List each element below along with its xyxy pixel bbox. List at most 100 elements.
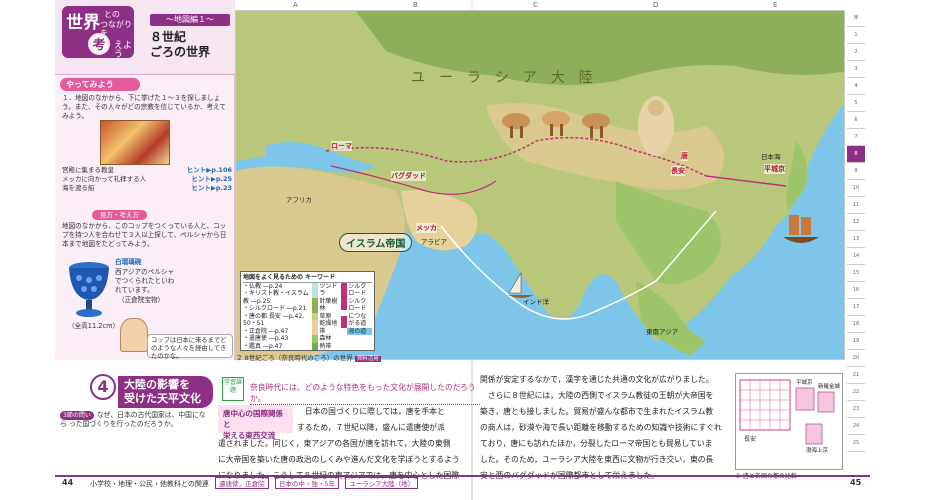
list-item: 海を渡る船 ヒント▶p.23: [62, 184, 232, 192]
buddha-statue-illustration: [638, 96, 674, 156]
footer-subject: 小学校・地理・公民・他教科との関連 遣唐使，正倉院 日本の中・独・5年 ユーラシ…: [90, 477, 419, 489]
perspective-label: 見方・考え方: [92, 210, 147, 220]
section-question: 3節の問い なぜ、日本の古代国家は、中国になら った国づくりを行ったのだろうか。: [60, 411, 206, 428]
subsection-title: 唐中心の国際関係と 栄える東西交流: [218, 405, 293, 440]
legend-keyword: ・シルクロード ―p.21: [243, 305, 307, 312]
city-heijo: 平城京: [764, 164, 785, 174]
index-tab[interactable]: 6: [847, 112, 865, 129]
legend-keyword: ・キリスト教・イスラム教 ―p.25: [243, 290, 309, 305]
eurasia-label: ユーラシア大陸: [411, 70, 607, 86]
body-left-top: 日本の国づくりに際しては，唐を手本と するため，７世紀以降，盛んに遣唐使が派: [297, 407, 445, 432]
index-tab[interactable]: 14: [847, 248, 865, 265]
kangae-mark: 考: [88, 33, 110, 55]
plan-label-balhae: 渤海上京: [806, 448, 829, 454]
index-tab[interactable]: 18: [847, 316, 865, 333]
index-tab[interactable]: 5: [847, 95, 865, 112]
city-changan: 長安: [671, 166, 685, 176]
arabia-label: アラビア: [421, 238, 447, 246]
legend-routes: シルクロード シルクロードにつながる道 海の道: [341, 282, 372, 351]
page-title: ８世紀 ごろの世界: [150, 30, 235, 60]
index-tab[interactable]: 序: [847, 10, 865, 27]
learning-task-question: 奈良時代には、どのような特色をもった文化が展開したのだろうか。: [250, 382, 480, 405]
index-tab[interactable]: 15: [847, 265, 865, 282]
index-tab[interactable]: 8: [847, 146, 865, 163]
index-tab[interactable]: 7: [847, 129, 865, 146]
col-label: A: [293, 1, 298, 9]
dhow-ship-illustration: [508, 271, 534, 298]
index-tab[interactable]: 3: [847, 61, 865, 78]
pope-palace-illustration: [100, 120, 170, 165]
speech-bubble: コップは日本に来るまでどのような人々を経由してきたのかな。: [147, 334, 233, 360]
step1-list: 宮殿に集まる教皇 ヒント▶p.106 メッカに向かって礼拝する人 ヒント▶p.25 …: [62, 166, 232, 193]
header-ribbon: 〜地図編１〜: [150, 14, 230, 26]
legend-keyword: ・仏教 ―p.24: [243, 282, 283, 290]
try-label: やってみよう: [60, 78, 140, 91]
index-tab[interactable]: 20: [847, 350, 865, 367]
step1-text: １．地図のなかから、下に挙げた１〜３を探しましょう。また、その人々がどの宗教を信…: [62, 94, 226, 120]
list-item: 宮殿に集まる教皇 ヒント▶p.106: [62, 166, 232, 174]
legend-keywords: ・仏教 ―p.24 ・キリスト教・イスラム教 ―p.25 ・シルクロード ―p.…: [243, 283, 312, 351]
step2-text: 地図のなかから、このコップをつくっている人と、コップを持つ人を合わせて３人以上探…: [62, 222, 227, 248]
section-tag-small-1: との: [104, 10, 120, 19]
col-label: B: [413, 1, 418, 9]
section-tag-small-3: えよう: [114, 41, 133, 60]
city-rome: ローマ: [331, 141, 352, 151]
lesson-number: 4: [90, 374, 116, 400]
junk-ship-illustration: [783, 215, 819, 243]
plan-label-changan: 長安: [744, 436, 757, 443]
goblet-size: （全高11.2cm）: [68, 322, 120, 330]
index-tab[interactable]: 22: [847, 384, 865, 401]
map-legend: 地図をよく見るための キーワード ・仏教 ―p.24 ・キリスト教・イスラム教 …: [240, 271, 375, 351]
japan-sea-label: 日本海: [761, 153, 781, 161]
plan-label-silla: 新羅金城: [818, 384, 841, 390]
page-number-left: 44: [62, 478, 74, 487]
map-column-labels: A B C D E: [235, 1, 845, 10]
index-tab[interactable]: 16: [847, 282, 865, 299]
lesson-title: 大陸の影響を 受けた天平文化: [118, 376, 213, 408]
index-tab[interactable]: 13: [847, 231, 865, 248]
legend-regions: ツンドラ 針葉樹林 草原 乾燥地帯 森林 熱帯: [312, 282, 341, 350]
caravan-illustration: [502, 111, 610, 138]
glass-goblet-image: [69, 262, 109, 317]
index-tab[interactable]: 2: [847, 44, 865, 61]
capital-plan-diagram: 長安 平城京 新羅金城 渤海上京: [735, 373, 843, 470]
col-label: D: [653, 1, 659, 9]
index-tab[interactable]: 1: [847, 27, 865, 44]
legend-keyword: ・正倉院 ―p.47: [243, 327, 289, 335]
page-title-line2: ごろの世界: [150, 45, 211, 59]
section-tag-main: 世界: [66, 13, 100, 33]
page-number-right: 45: [850, 478, 862, 487]
legend-keyword: ・遣唐使 ―p.43: [243, 335, 289, 342]
index-tab[interactable]: 19: [847, 333, 865, 350]
plan-label-heijo: 平城京: [796, 380, 813, 386]
index-tab[interactable]: 12: [847, 214, 865, 231]
index-tab[interactable]: 21: [847, 367, 865, 384]
body-right: 関係が安定するなかで，漢字を通じた共通の文化が広がりました。 さらに８世紀には，…: [480, 375, 722, 480]
index-tab[interactable]: 25: [847, 435, 865, 452]
legend-keyword: ・鑑真 ―p.47: [243, 342, 283, 350]
goblet-note: （正倉院宝物）: [118, 296, 165, 304]
index-tab[interactable]: 17: [847, 299, 865, 316]
islam-empire-label: イスラム帝国: [339, 233, 413, 252]
student-character: [120, 318, 148, 352]
region-tang: 唐: [681, 151, 688, 161]
goblet-desc: 西アジアのペルシャでつくられたといわれています。: [115, 268, 175, 294]
page-title-line1: ８世紀: [150, 30, 187, 44]
col-label: C: [533, 1, 538, 9]
index-tab[interactable]: 11: [847, 197, 865, 214]
legend-title: 地図をよく見るための キーワード: [243, 274, 372, 283]
index-tab[interactable]: 4: [847, 78, 865, 95]
legend-keyword: ・唐の都 長安 ―p.42, 50・51: [243, 312, 305, 328]
goblet-title: 白瑠璃碗: [115, 258, 142, 266]
index-tab[interactable]: 9: [847, 163, 865, 180]
africa-label: アフリカ: [286, 196, 312, 204]
col-label: E: [773, 1, 778, 9]
index-tab[interactable]: 24: [847, 418, 865, 435]
index-tab[interactable]: 10: [847, 180, 865, 197]
city-baghdad: バグダッド: [391, 171, 426, 181]
chapter-index-tabs: 序 1 2 3 4 5 6 7 8 9 10 11 12 13 14 15 16 17 18 19 20 21 22 23 24…: [847, 10, 865, 470]
list-item: メッカに向かって礼拝する人 ヒント▶p.25: [62, 175, 232, 183]
learning-task-icon: 学習課題: [222, 377, 244, 401]
index-tab[interactable]: 23: [847, 401, 865, 418]
city-mecca: メッカ: [416, 223, 437, 233]
